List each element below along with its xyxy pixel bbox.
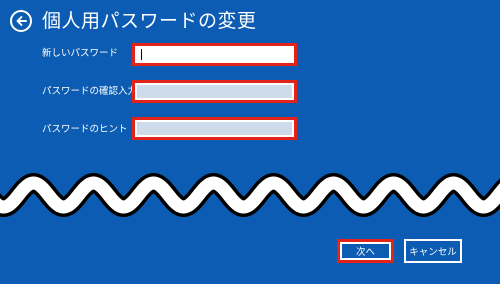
next-button-highlight: 次へ xyxy=(337,239,394,263)
page-title: 個人用パスワードの変更 xyxy=(42,10,257,32)
confirm-password-highlight xyxy=(132,80,297,103)
new-password-label: 新しいパスワード xyxy=(42,48,119,59)
password-hint-highlight xyxy=(132,117,297,140)
new-password-input[interactable] xyxy=(136,47,293,62)
header: 個人用パスワードの変更 xyxy=(10,9,257,33)
confirm-password-label: パスワードの確認入力 xyxy=(42,86,138,97)
confirm-password-input[interactable] xyxy=(136,84,293,99)
password-hint-label: パスワードのヒント xyxy=(42,124,128,135)
new-password-highlight xyxy=(132,43,297,66)
back-button[interactable] xyxy=(10,10,32,32)
text-caret xyxy=(141,49,142,60)
wavy-cut-divider xyxy=(0,173,500,217)
password-hint-input[interactable] xyxy=(136,121,293,136)
cancel-button[interactable]: キャンセル xyxy=(404,239,462,263)
back-arrow-icon xyxy=(16,16,27,26)
next-button[interactable]: 次へ xyxy=(342,244,389,258)
password-change-screen: 個人用パスワードの変更 新しいパスワード パスワードの確認入力 パスワードのヒン… xyxy=(0,0,500,284)
